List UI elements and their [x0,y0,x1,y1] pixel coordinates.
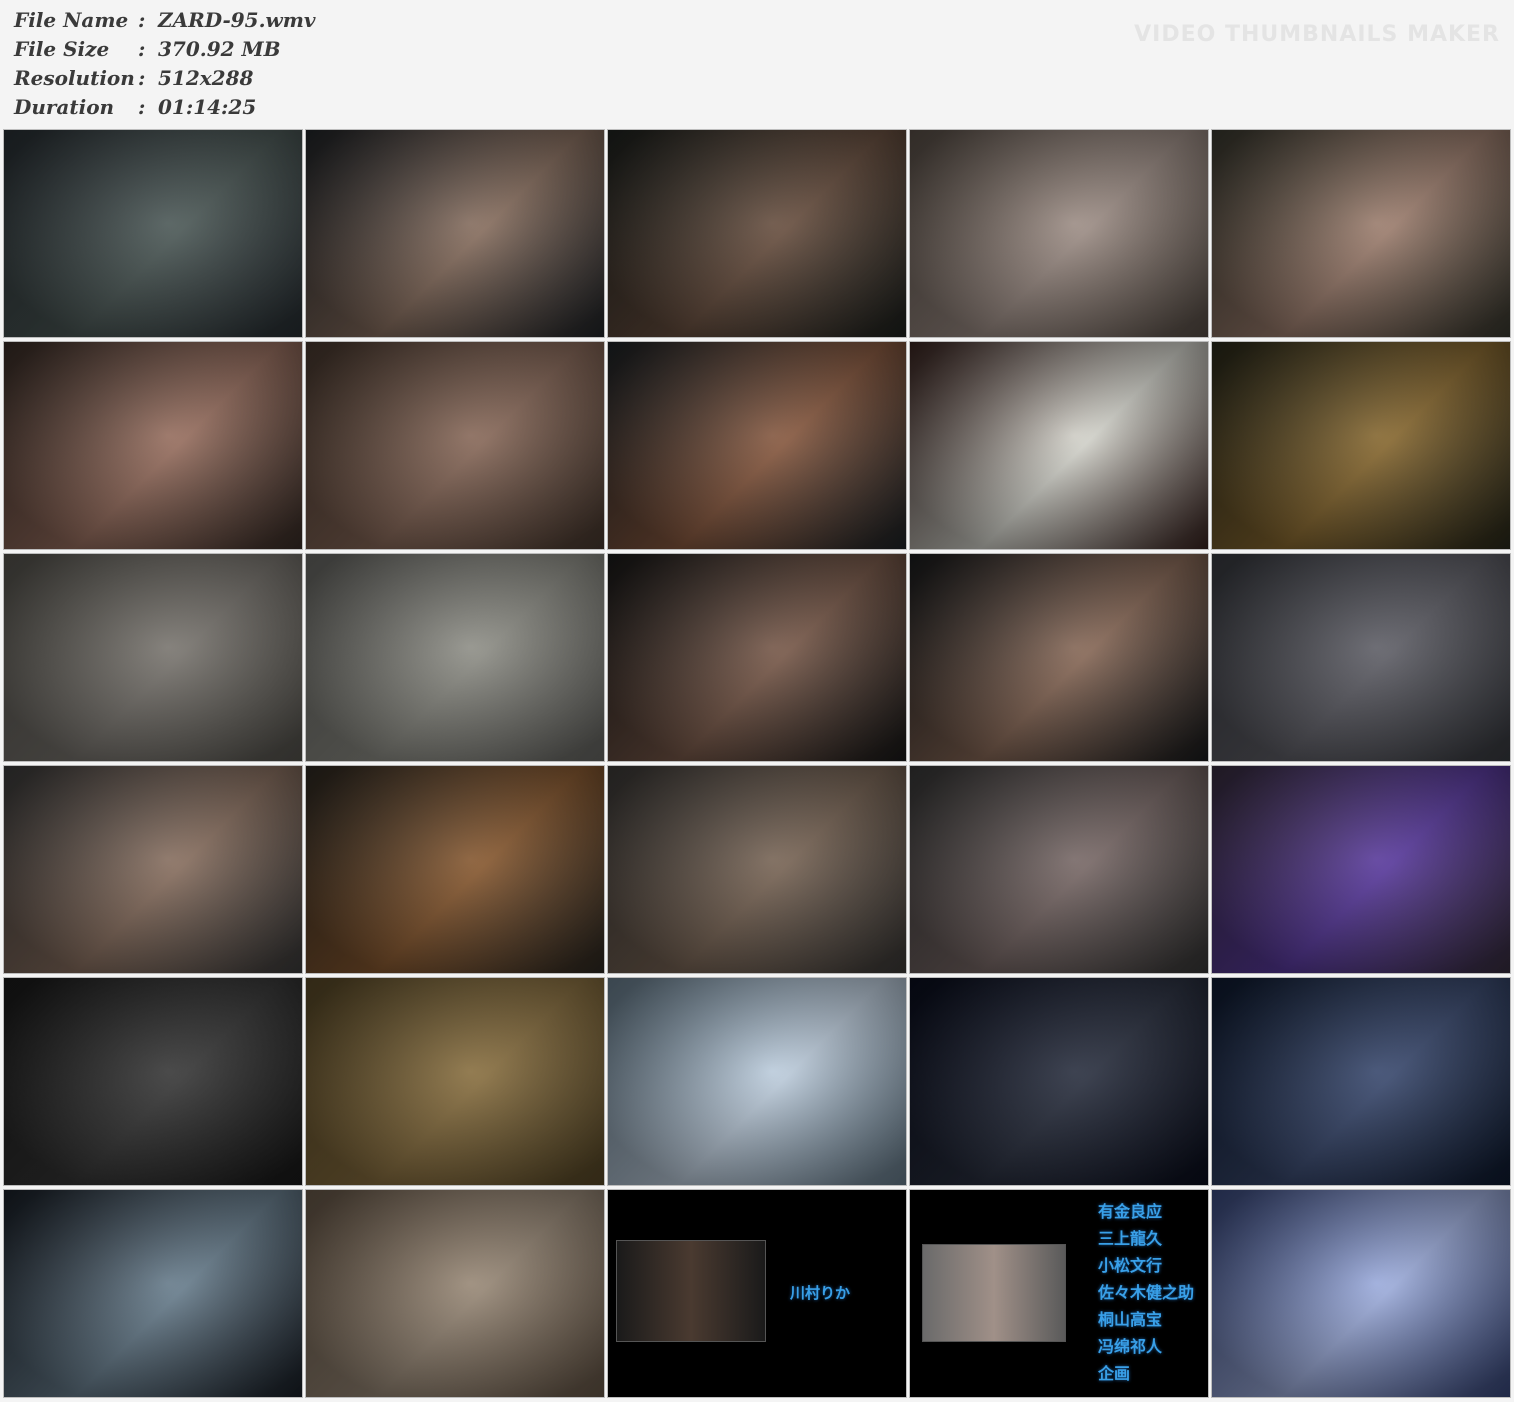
thumbnail-27 [305,1189,605,1398]
duration-row: Duration : 01:14:25 [14,93,316,122]
thumbnail-25 [1211,977,1511,1186]
thumbnail-shade [4,1190,302,1397]
credit-line: 企画 [1097,1364,1130,1383]
file-size-value: 370.92 MB [158,37,281,61]
thumbnail-24 [909,977,1209,1186]
thumbnail-30 [1211,1189,1511,1398]
credit-line: 三上龍久 [1097,1229,1162,1248]
thumbnail-shade [608,554,906,761]
thumbnail-3 [607,129,907,338]
thumbnail-shade [1212,766,1510,973]
thumbnail-1 [3,129,303,338]
duration-value: 01:14:25 [158,95,257,119]
thumbnail-6 [3,341,303,550]
watermark: VIDEO THUMBNAILS MAKER [1134,22,1500,47]
thumbnail-28: 川村りか [607,1189,907,1398]
thumbnail-4 [909,129,1209,338]
credit-line: 冯绵祁人 [1097,1337,1162,1356]
resolution-row: Resolution : 512x288 [14,64,316,93]
credit-line: 桐山高宝 [1097,1310,1162,1329]
thumbnail-shade [910,978,1208,1185]
thumbnail-shade [4,554,302,761]
credit-list: 有金良应三上龍久小松文行佐々木健之助 桐山高宝冯绵祁人企画 [1098,1198,1194,1387]
credit-line: 小松文行 [1097,1256,1162,1275]
thumbnail-shade [4,766,302,973]
thumbnail-shade [4,978,302,1185]
separator: : [138,8,146,32]
thumbnail-20 [1211,765,1511,974]
thumbnail-16 [3,765,303,974]
thumbnail-23 [607,977,907,1186]
thumbnail-shade [306,1190,604,1397]
thumbnail-18 [607,765,907,974]
thumbnail-shade [608,342,906,549]
thumbnail-shade [306,130,604,337]
thumbnail-shade [306,342,604,549]
duration-label: Duration [14,95,115,119]
thumbnail-shade [1212,978,1510,1185]
separator: : [138,66,146,90]
file-size-label: File Size [14,37,110,61]
thumbnail-17 [305,765,605,974]
thumbnail-26 [3,1189,303,1398]
thumbnail-19 [909,765,1209,974]
thumbnail-8 [607,341,907,550]
thumbnail-shade [306,554,604,761]
thumbnail-5 [1211,129,1511,338]
thumbnail-shade [608,978,906,1185]
thumbnail-shade [1212,130,1510,337]
thumbnail-22 [305,977,605,1186]
thumbnail-shade [910,130,1208,337]
thumbnail-shade [910,342,1208,549]
thumbnail-shade [608,130,906,337]
thumbnail-shade [4,342,302,549]
thumbnail-12 [305,553,605,762]
credit-line: 有金良应 [1097,1202,1162,1221]
thumbnail-10 [1211,341,1511,550]
file-info-panel: File Name : ZARD-95.wmv File Size : 370.… [14,6,316,122]
credit-line: 佐々木健之助 [1097,1283,1194,1302]
thumbnail-shade [910,554,1208,761]
thumbnail-13 [607,553,907,762]
thumbnail-9 [909,341,1209,550]
thumbnail-shade [4,130,302,337]
thumbnail-21 [3,977,303,1186]
thumbnail-7 [305,341,605,550]
thumbnail-29: 有金良应三上龍久小松文行佐々木健之助 桐山高宝冯绵祁人企画 [909,1189,1209,1398]
file-name-label: File Name [14,8,129,32]
credit-name: 川村りか [790,1284,851,1302]
thumbnail-shade [306,766,604,973]
resolution-value: 512x288 [158,66,254,90]
thumbnail-shade [910,766,1208,973]
thumbnail-shade [1212,342,1510,549]
thumbnail-shade [608,766,906,973]
thumbnail-shade [306,978,604,1185]
thumbnail-15 [1211,553,1511,762]
thumbnail-2 [305,129,605,338]
credit-inset-frame [616,1240,766,1342]
thumbnail-14 [909,553,1209,762]
thumbnail-shade [1212,554,1510,761]
thumbnail-11 [3,553,303,762]
file-name-value: ZARD-95.wmv [158,8,316,32]
separator: : [138,37,146,61]
resolution-label: Resolution [14,66,135,90]
file-name-row: File Name : ZARD-95.wmv [14,6,316,35]
credit-inset-frame [922,1244,1066,1342]
file-size-row: File Size : 370.92 MB [14,35,316,64]
thumbnail-grid: 川村りか 有金良应三上龍久小松文行佐々木健之助 桐山高宝冯绵祁人企画 [3,129,1511,1399]
thumbnail-shade [1212,1190,1510,1397]
separator: : [138,95,146,119]
